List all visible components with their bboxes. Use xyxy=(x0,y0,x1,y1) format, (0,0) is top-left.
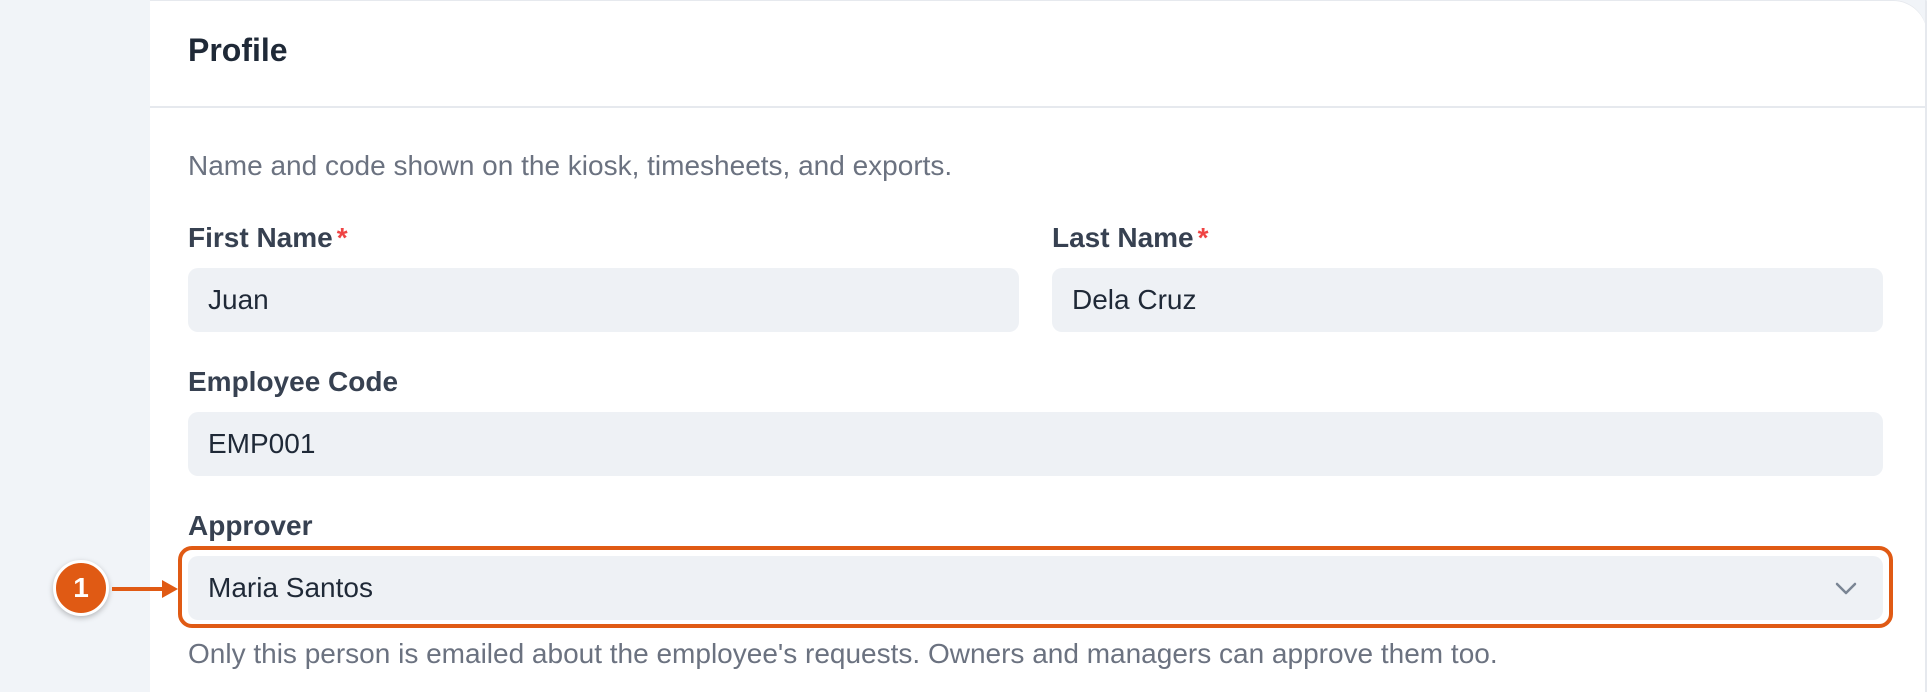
first-name-label-text: First Name xyxy=(188,222,333,253)
last-name-value: Dela Cruz xyxy=(1072,284,1197,315)
callout-badge: 1 xyxy=(53,560,109,616)
approver-help-text: Only this person is emailed about the em… xyxy=(188,638,1498,669)
employee-code-field[interactable]: EMP001 xyxy=(188,412,1883,476)
last-name-label-text: Last Name xyxy=(1052,222,1194,253)
card-title: Profile xyxy=(188,32,288,68)
card-description: Name and code shown on the kiosk, timesh… xyxy=(188,150,953,181)
employee-code-label: Employee Code xyxy=(188,366,398,398)
first-name-field[interactable]: Juan xyxy=(188,268,1019,332)
employee-code-label-text: Employee Code xyxy=(188,366,399,397)
approver-highlight-box xyxy=(178,546,1893,628)
first-name-label: First Name * xyxy=(188,222,348,254)
required-asterisk: * xyxy=(336,222,348,253)
approver-label: Approver xyxy=(188,510,312,542)
last-name-label: Last Name * xyxy=(1052,222,1209,254)
last-name-field[interactable]: Dela Cruz xyxy=(1052,268,1883,332)
first-name-value: Juan xyxy=(208,284,269,315)
employee-code-value: EMP001 xyxy=(208,428,316,459)
approver-label-text: Approver xyxy=(188,510,313,541)
callout-arrow-icon xyxy=(112,580,178,598)
required-asterisk: * xyxy=(1197,222,1209,253)
card-header: Profile xyxy=(150,0,1927,108)
